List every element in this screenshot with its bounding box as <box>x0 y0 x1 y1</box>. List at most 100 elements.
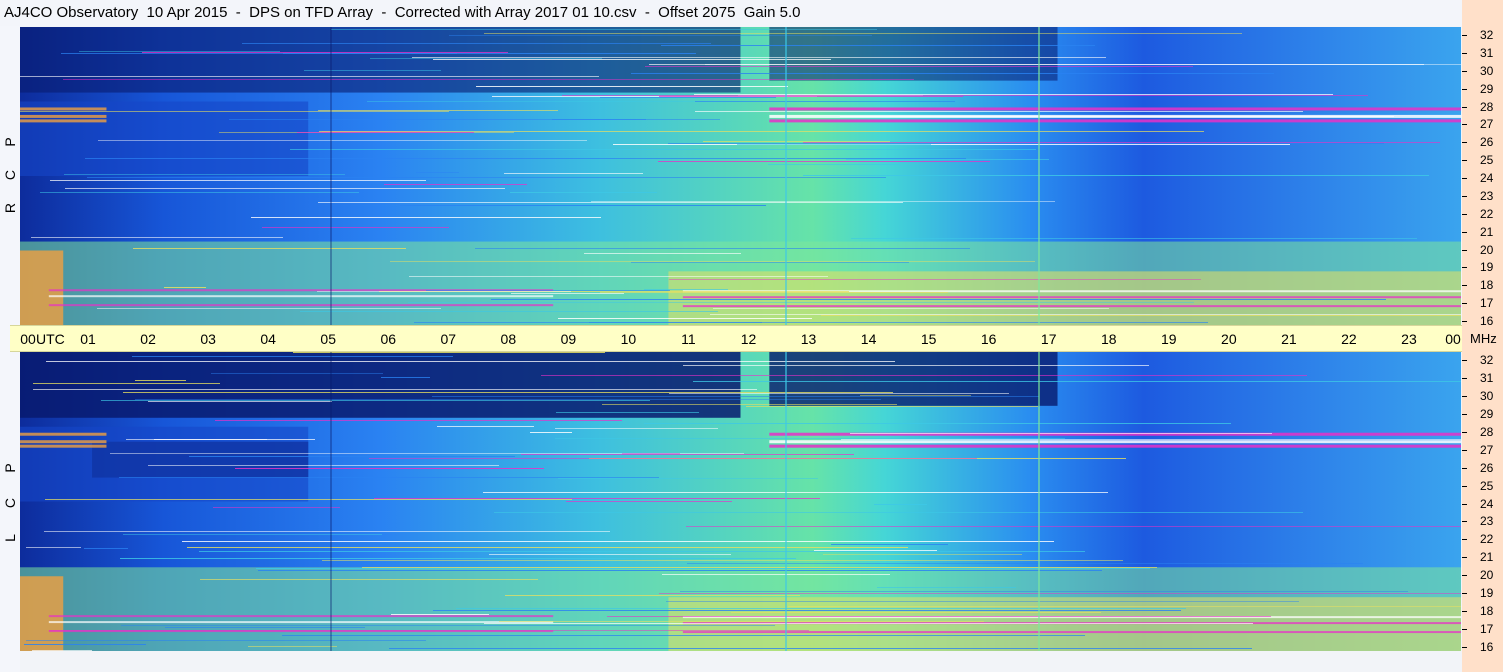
spectrogram-band <box>200 579 538 580</box>
frequency-tick <box>1462 521 1467 522</box>
frequency-tick-label: 31 <box>1480 371 1494 385</box>
frequency-tick <box>1462 575 1467 576</box>
spectrogram-band <box>297 132 474 133</box>
spectrogram-band <box>330 27 332 325</box>
frequency-tick-label: 29 <box>1480 82 1494 96</box>
spectrogram-band <box>133 248 406 249</box>
spectrogram-band <box>589 322 762 323</box>
spectrogram-band <box>20 426 309 502</box>
spectrogram-band <box>154 439 315 440</box>
frequency-tick <box>1462 414 1467 415</box>
spectrogram-band <box>821 315 1461 316</box>
spectrogram-band <box>426 290 670 291</box>
spectrogram-band <box>384 184 527 185</box>
frequency-tick <box>1462 629 1467 630</box>
spectrogram-band <box>860 395 971 396</box>
spectrogram-band <box>645 66 1193 67</box>
polarization-letter: C <box>2 169 18 181</box>
spectrogram-band <box>831 544 948 545</box>
spectrogram-band <box>148 401 332 402</box>
spectrogram-band <box>494 512 1303 513</box>
spectrogram-band <box>669 393 1009 394</box>
spectrogram-band <box>374 498 820 499</box>
frequency-tick <box>1462 142 1467 143</box>
spectrogram-band <box>48 304 554 307</box>
spectrogram-band <box>803 142 1440 143</box>
time-tick-label: 16 <box>980 331 997 347</box>
frequency-tick-label: 22 <box>1480 207 1494 221</box>
spectrogram-band <box>823 554 1022 555</box>
polarization-letter: L <box>2 534 18 542</box>
lcp-spectrogram <box>20 352 1461 651</box>
spectrogram-band <box>769 440 1461 444</box>
time-tick-label: 06 <box>380 331 397 347</box>
frequency-tick-label: 16 <box>1480 314 1494 328</box>
frequency-tick <box>1462 432 1467 433</box>
spectrogram-band <box>48 295 554 298</box>
spectrogram-band <box>20 440 107 444</box>
spectrogram-band <box>389 648 1252 649</box>
frequency-tick-label: 27 <box>1480 443 1494 457</box>
spectrogram-band <box>20 444 107 448</box>
spectrogram-band <box>669 279 1201 280</box>
spectrogram-band <box>40 192 359 193</box>
spectrogram-band <box>644 423 1231 424</box>
frequency-tick-label: 24 <box>1480 171 1494 185</box>
spectrogram-band <box>119 477 659 478</box>
spectrogram-band <box>555 438 1065 439</box>
spectrogram-band <box>300 311 718 312</box>
spectrogram-band <box>555 428 718 429</box>
spectrogram-band <box>511 293 624 294</box>
time-tick-label: 21 <box>1281 331 1297 347</box>
frequency-tick <box>1462 396 1467 397</box>
frequency-tick <box>1462 89 1467 90</box>
frequency-tick-label: 21 <box>1480 225 1494 239</box>
spectrogram-band <box>318 202 903 203</box>
spectrogram-band <box>20 250 64 325</box>
spectrogram-band <box>290 149 1036 150</box>
spectrogram-band <box>489 554 731 555</box>
frequency-tick-label: 18 <box>1480 278 1494 292</box>
spectrogram-band <box>65 188 505 189</box>
frequency-tick <box>1462 160 1467 161</box>
spectrogram-band <box>123 392 893 393</box>
rcp-spectrogram-image <box>20 27 1461 325</box>
spectrogram-band <box>165 627 365 628</box>
spectrogram-band <box>768 164 900 165</box>
frequency-tick <box>1462 53 1467 54</box>
spectrogram-band <box>215 420 622 421</box>
frequency-tick-label: 17 <box>1480 296 1494 310</box>
time-tick-label: 13 <box>800 331 817 347</box>
spectrogram-band <box>687 563 1363 564</box>
spectrogram-band <box>631 73 1274 74</box>
spectrogram-band <box>769 444 1461 448</box>
spectrogram-band <box>97 308 441 309</box>
spectrogram-band <box>256 568 1150 569</box>
spectrogram-band <box>248 646 337 647</box>
spectrogram-band <box>46 361 895 362</box>
spectrogram-band <box>874 504 927 505</box>
spectrogram-band <box>98 140 587 141</box>
spectrogram-band <box>49 630 809 631</box>
time-tick-label: 19 <box>1160 331 1177 347</box>
spectrogram-band <box>381 377 430 378</box>
time-tick-label: 10 <box>620 331 637 347</box>
frequency-tick <box>1462 647 1467 648</box>
frequency-tick <box>1462 611 1467 612</box>
spectrogram-band <box>746 406 1038 407</box>
spectrogram-band <box>737 144 931 145</box>
frequency-tick-label: 30 <box>1480 389 1494 403</box>
spectrogram-band <box>362 567 1157 568</box>
spectrogram-band <box>33 383 220 384</box>
frequency-tick-label: 23 <box>1480 514 1494 528</box>
spectrogram-band <box>437 426 534 427</box>
spectrogram-band <box>148 465 499 466</box>
spectrogram-band <box>229 119 720 120</box>
spectrogram-band <box>20 114 107 118</box>
spectrogram-band <box>602 404 897 405</box>
spectrogram-band <box>121 625 775 626</box>
spectrogram-band <box>566 501 732 502</box>
rcp-spectrogram <box>20 27 1461 325</box>
spectrogram-band <box>591 201 1055 202</box>
spectrogram-band <box>331 29 877 30</box>
